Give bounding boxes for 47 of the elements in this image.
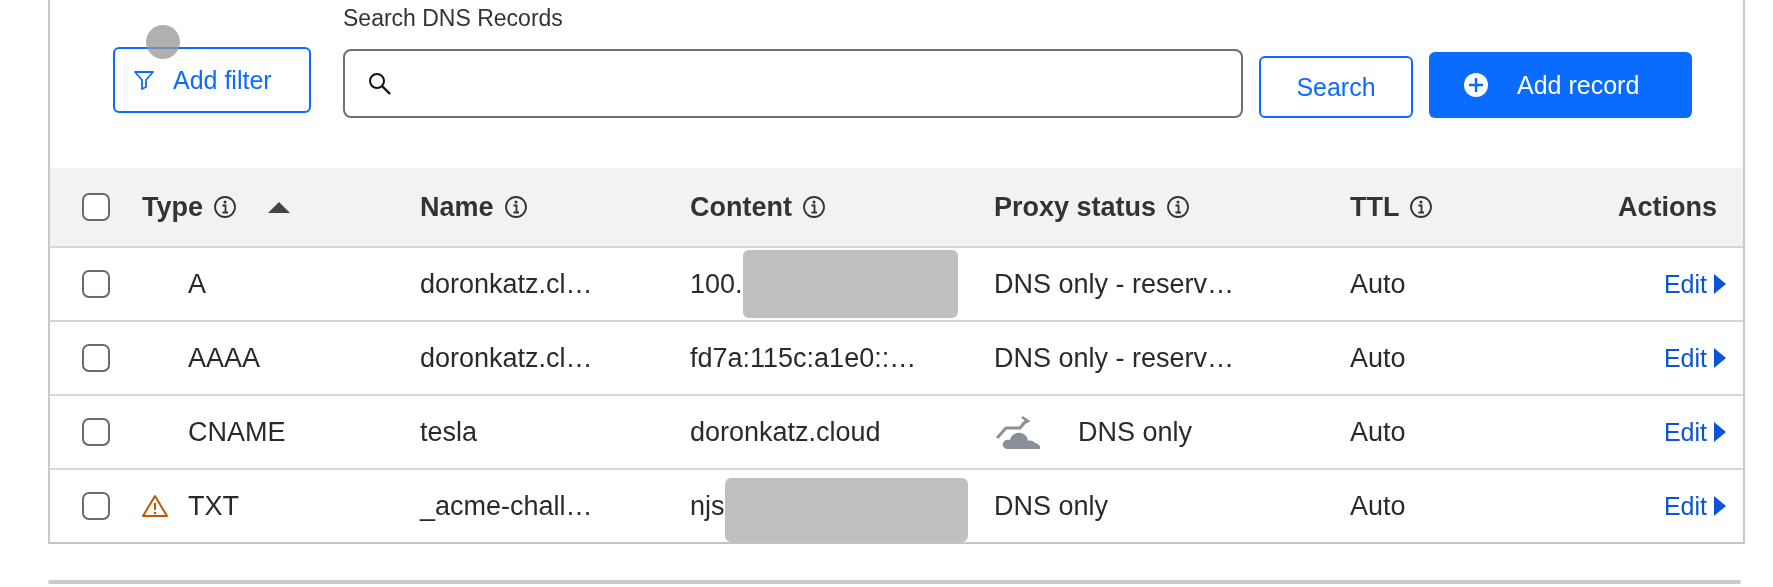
play-caret-icon: [1713, 273, 1727, 295]
edit-link[interactable]: Edit: [1663, 343, 1727, 373]
edit-link[interactable]: Edit: [1663, 417, 1727, 447]
table-cell: Auto: [1350, 490, 1406, 522]
column-header: Proxy status: [994, 191, 1157, 223]
field-label: Search DNS Records: [343, 5, 564, 32]
table-cell: tesla: [420, 416, 478, 448]
column-header: Actions: [1618, 191, 1717, 223]
table-cell: Auto: [1350, 416, 1406, 448]
table-cell: _acme-chall…: [420, 490, 593, 522]
table-cell: AAAA: [188, 342, 261, 374]
search-field[interactable]: [343, 49, 1243, 118]
table-cell: doronkatz.cl…: [420, 268, 593, 300]
checkbox[interactable]: [82, 418, 110, 446]
add-filter-button[interactable]: Add filter: [113, 47, 311, 113]
search-button[interactable]: Search: [1259, 56, 1413, 118]
table-cell: DNS only: [994, 490, 1109, 522]
play-caret-icon: [1713, 347, 1727, 369]
table-cell: DNS only: [1078, 416, 1193, 448]
add-record-button[interactable]: Add record: [1429, 52, 1692, 118]
checkbox[interactable]: [82, 344, 110, 372]
table-cell: Auto: [1350, 268, 1406, 300]
edit-link[interactable]: Edit: [1663, 269, 1727, 299]
play-caret-icon: [1713, 421, 1727, 443]
table-cell: TXT: [188, 490, 239, 522]
table-cell: fd7a:115c:a1e0::…: [690, 342, 917, 374]
column-header: TTL: [1350, 191, 1400, 223]
column-header: Type: [142, 191, 203, 223]
play-caret-icon: [1713, 495, 1727, 517]
table-cell: njs: [690, 490, 725, 522]
table-cell: A: [188, 268, 206, 300]
column-header: Name: [420, 191, 494, 223]
table-cell: doronkatz.cloud: [690, 416, 881, 448]
table-cell: DNS only - reserv…: [994, 342, 1235, 374]
table-cell: Auto: [1350, 342, 1406, 374]
search-icon: [367, 70, 393, 97]
table-cell: 100.: [690, 268, 743, 300]
checkbox[interactable]: [82, 492, 110, 520]
plus-circle-icon: [1463, 72, 1489, 98]
checkbox[interactable]: [82, 193, 110, 221]
checkbox[interactable]: [82, 270, 110, 298]
funnel-icon: [133, 69, 155, 91]
table-cell: DNS only - reserv…: [994, 268, 1235, 300]
table-cell: doronkatz.cl…: [420, 342, 593, 374]
table-cell: CNAME: [188, 416, 286, 448]
column-header: Content: [690, 191, 792, 223]
edit-link[interactable]: Edit: [1663, 491, 1727, 521]
